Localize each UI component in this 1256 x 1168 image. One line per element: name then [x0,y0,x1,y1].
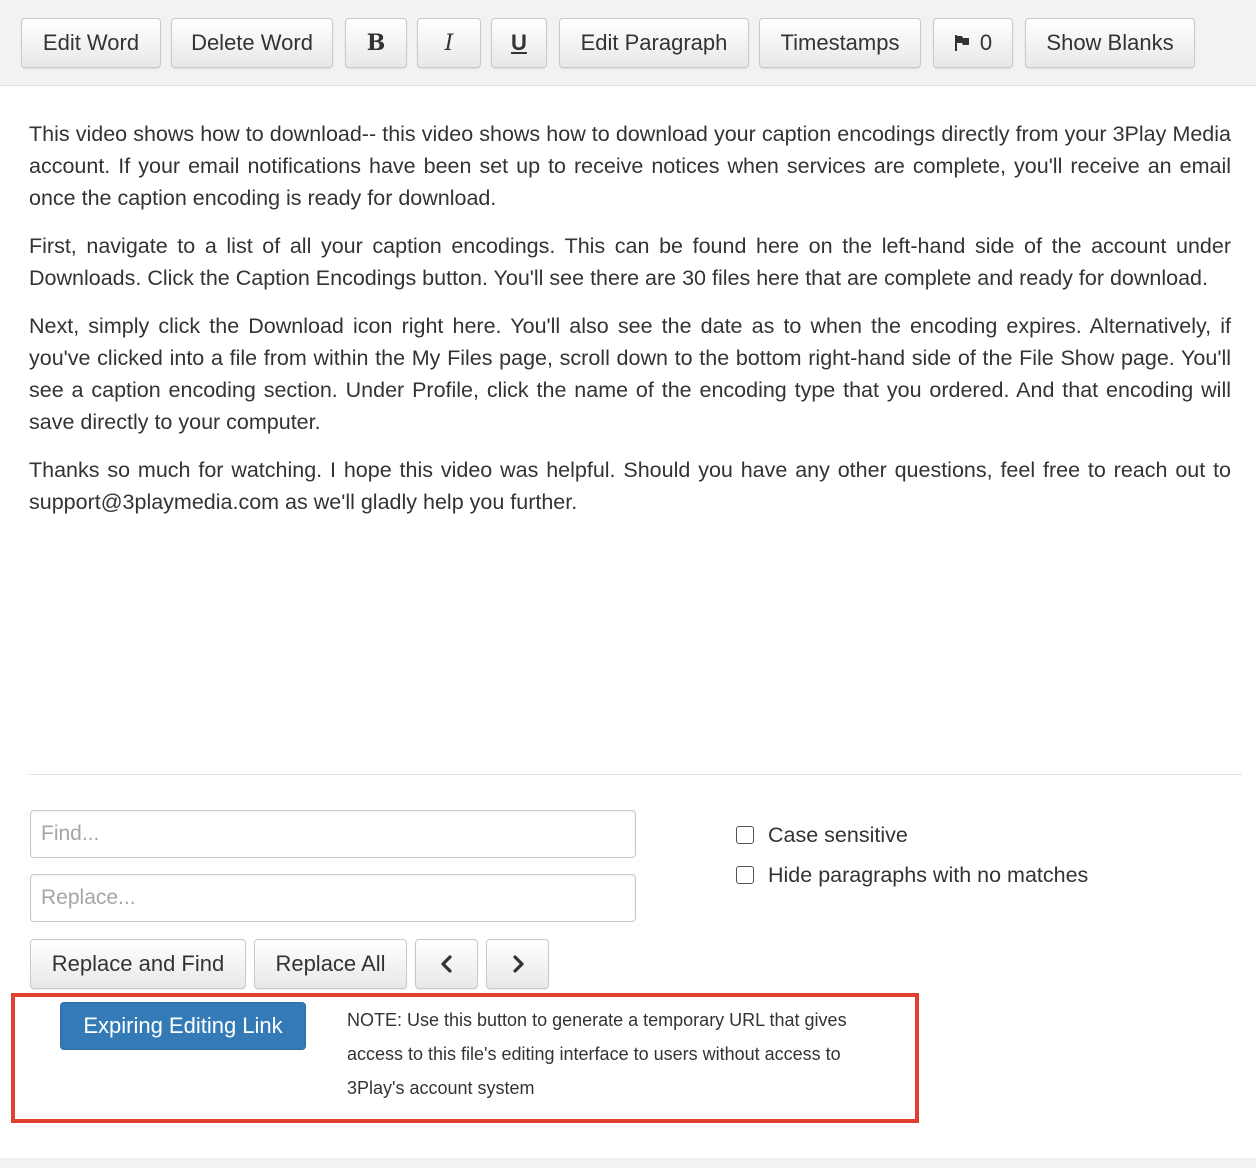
section-divider [29,774,1242,775]
transcript-paragraph[interactable]: This video shows how to download-- this … [29,118,1231,214]
timestamps-button[interactable]: Timestamps [759,18,921,68]
case-sensitive-label: Case sensitive [768,822,908,847]
hide-paragraphs-option[interactable]: Hide paragraphs with no matches [736,862,1088,888]
case-sensitive-checkbox[interactable] [736,826,754,844]
italic-button[interactable]: I [417,18,481,68]
chevron-right-icon [512,955,524,973]
editor-toolbar: Edit Word Delete Word B I U Edit Paragra… [0,0,1256,86]
find-input[interactable] [30,810,636,858]
chevron-left-icon [440,955,452,973]
hide-paragraphs-checkbox[interactable] [736,866,754,884]
transcript-paragraph[interactable]: First, navigate to a list of all your ca… [29,230,1231,294]
case-sensitive-option[interactable]: Case sensitive [736,822,908,848]
expiring-editing-link-button[interactable]: Expiring Editing Link [60,1002,306,1050]
transcript-text[interactable]: This video shows how to download-- this … [29,118,1231,534]
next-match-button[interactable] [486,939,549,989]
replace-and-find-button[interactable]: Replace and Find [30,939,246,989]
hide-paragraphs-label: Hide paragraphs with no matches [768,862,1089,887]
transcript-paragraph[interactable]: Thanks so much for watching. I hope this… [29,454,1231,518]
transcript-paragraph[interactable]: Next, simply click the Download icon rig… [29,310,1231,438]
delete-word-button[interactable]: Delete Word [171,18,333,68]
flag-icon [954,35,969,51]
edit-paragraph-button[interactable]: Edit Paragraph [559,18,749,68]
replace-input[interactable] [30,874,636,922]
footer-strip [0,1158,1256,1168]
previous-match-button[interactable] [415,939,478,989]
show-blanks-button[interactable]: Show Blanks [1025,18,1195,68]
underline-label: U [511,30,527,55]
edit-word-button[interactable]: Edit Word [21,18,161,68]
bold-button[interactable]: B [345,18,407,68]
flag-count: 0 [979,30,993,55]
underline-button[interactable]: U [491,18,547,68]
expiring-link-note: NOTE: Use this button to generate a temp… [347,1010,847,1098]
flag-button[interactable]: 0 [933,18,1013,68]
replace-all-button[interactable]: Replace All [254,939,407,989]
